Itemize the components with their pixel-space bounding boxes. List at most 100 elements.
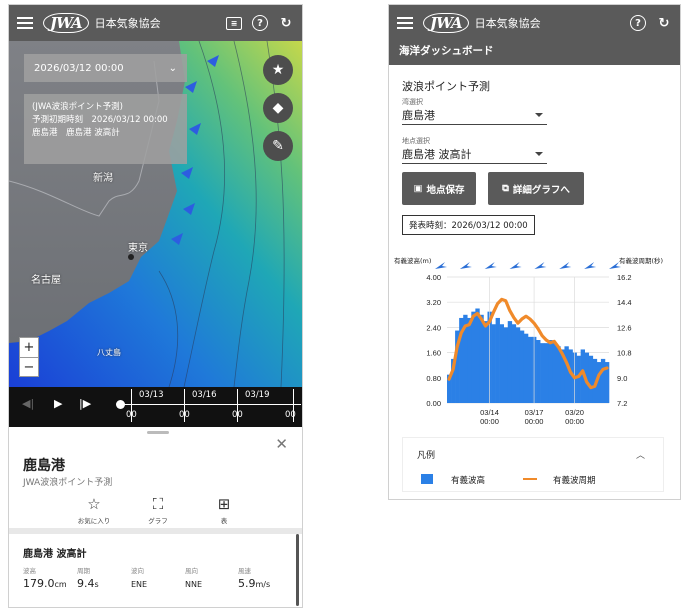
issued-time-badge: 発表時刻：2026/03/12 00:00 [402, 215, 535, 235]
kashima-point-marker[interactable] [128, 254, 134, 260]
menu-icon[interactable] [17, 17, 33, 29]
obs-label-wave-dir: 波向 [131, 567, 144, 575]
timeline-track[interactable] [121, 404, 301, 405]
detail-graph-button[interactable]: ⧉ 詳細グラフへ [488, 172, 584, 205]
wave-height-bar [528, 336, 533, 403]
y-tick-label: 2.40 [426, 323, 441, 332]
save-point-label: 地点保存 [426, 184, 465, 196]
star-icon: ☆ [87, 495, 101, 513]
y2-tick-label: 12.6 [617, 323, 632, 332]
org-name: 日本気象協会 [474, 17, 541, 30]
table-icon: ⊞ [217, 495, 231, 513]
step-back-icon[interactable]: ◀| [22, 397, 34, 410]
notice-icon[interactable]: ≡ [226, 16, 242, 30]
y-tick-label: 1.60 [426, 349, 441, 358]
bay-select[interactable]: 鹿島港 [402, 107, 547, 125]
save-icon: ▣ [413, 183, 423, 194]
jwa-logo: JWA [423, 13, 469, 33]
wave-height-bar [548, 340, 553, 403]
wave-height-bar [540, 343, 545, 403]
table-action-button[interactable]: ⊞ 表 [199, 495, 249, 525]
point-select-label: 地点選択 [402, 137, 430, 145]
obs-value-height: 179.0cm [23, 577, 67, 590]
y2-tick-label: 14.4 [617, 298, 632, 307]
timeline-handle[interactable] [116, 400, 125, 409]
jwa-logo: JWA [43, 13, 89, 33]
obs-value-wind-dir: NNE [185, 580, 203, 589]
chevron-down-icon: ⌄ [168, 62, 177, 74]
x-tick-sublabel: 00:00 [525, 417, 544, 426]
ruler-button[interactable]: ✎ [263, 131, 293, 161]
map-screen: JWA 日本気象協会 ≡ ? ↻ 2026/03/12 00:00 ⌄ (JWA… [8, 4, 303, 608]
layers-button[interactable]: ◆ [263, 93, 293, 123]
bay-select-value: 鹿島港 [402, 109, 435, 122]
favorite-action-button[interactable]: ☆ お気に入り [69, 495, 119, 525]
table-action-label: 表 [220, 517, 228, 525]
wave-height-bar [503, 327, 509, 403]
play-icon[interactable]: ▶ [54, 397, 62, 410]
obs-label-period: 周期 [77, 567, 90, 575]
legend-label-wave-height: 有義波高 [451, 476, 486, 486]
wave-height-bar [491, 324, 496, 403]
y-tick-label: 4.00 [426, 273, 441, 282]
step-forward-icon[interactable]: |▶ [79, 397, 91, 410]
dropdown-arrow-icon [535, 113, 543, 117]
timeline-hour: 00 [126, 410, 137, 420]
map-label-nagoya: 名古屋 [31, 275, 61, 286]
refresh-icon[interactable]: ↻ [278, 15, 294, 31]
timeline-date: 03/13 [139, 390, 164, 400]
wave-height-bar [483, 321, 488, 403]
zoom-in-button[interactable]: + [20, 338, 38, 358]
obs-value-period: 9.4s [77, 577, 99, 590]
help-icon[interactable]: ? [630, 15, 646, 31]
sheet-scrollbar[interactable] [296, 534, 299, 606]
time-slider[interactable]: ◀| ▶ |▶ 03/13 03/16 03/19 00 00 00 00 [9, 387, 302, 427]
x-tick-label: 03/14 [480, 408, 499, 417]
wave-height-bar [536, 340, 541, 403]
open-external-icon: ⧉ [502, 183, 509, 194]
timeline-date: 03/19 [245, 390, 270, 400]
forecast-date-select[interactable]: 2026/03/12 00:00 ⌄ [24, 54, 187, 82]
wave-height-bar [479, 314, 484, 403]
map-label-tokyo: 東京 [128, 243, 148, 254]
dashboard-screen: JWA 日本気象協会 ? ↻ 海洋ダッシュボード 波浪ポイント予測 湾選択 鹿島… [388, 4, 681, 500]
wave-height-bar [588, 355, 594, 403]
wind-direction-arrow [509, 262, 522, 269]
zoom-control[interactable]: + − [19, 337, 39, 377]
section-heading: 波浪ポイント予測 [402, 80, 490, 93]
chevron-up-icon[interactable]: ︿ [636, 448, 645, 461]
wind-direction-arrow [435, 262, 447, 269]
wave-height-bar [495, 317, 500, 403]
top-app-bar: JWA 日本気象協会 ≡ ? ↻ [9, 5, 302, 41]
wave-height-bar [544, 343, 549, 403]
help-icon[interactable]: ? [252, 15, 268, 31]
save-point-button[interactable]: ▣ 地点保存 [402, 172, 476, 205]
sheet-drag-handle[interactable] [147, 431, 169, 434]
y2-tick-label: 9.0 [617, 374, 627, 383]
wave-height-bar [511, 324, 517, 403]
point-select[interactable]: 鹿島港 波高計 [402, 146, 547, 164]
point-detail-sheet: ✕ 鹿島港 JWA波浪ポイント予測 ☆ お気に入り ⛶ グラフ ⊞ 表 鹿島港 … [9, 427, 302, 607]
wave-height-bar [552, 343, 557, 403]
wind-direction-arrow [609, 262, 621, 269]
wind-direction-arrow [559, 262, 572, 269]
x-tick-label: 03/17 [525, 408, 544, 417]
zoom-out-button[interactable]: − [20, 358, 38, 377]
info-point: 鹿島港 鹿島港 波高計 [32, 128, 120, 138]
wave-map[interactable]: 2026/03/12 00:00 ⌄ (JWA波浪ポイント予測) 予測初期時刻 … [9, 41, 302, 387]
legend-label-wave-period: 有義波周期 [553, 476, 596, 486]
close-icon[interactable]: ✕ [275, 435, 288, 453]
wave-height-bar [515, 327, 521, 403]
wave-height-bar [507, 321, 513, 403]
graph-action-button[interactable]: ⛶ グラフ [133, 495, 183, 525]
page-title: 海洋ダッシュボード [389, 41, 680, 65]
refresh-icon[interactable]: ↻ [656, 15, 672, 31]
timeline-hour: 00 [179, 410, 190, 420]
wind-direction-arrow [484, 262, 497, 269]
wave-forecast-chart: 4.00 16.2 3.20 14.4 2.40 12.6 1.60 10.8 0.80 9.0 0… [426, 262, 632, 426]
dropdown-arrow-icon [535, 152, 543, 156]
favorite-star-button[interactable]: ★ [263, 55, 293, 85]
timeline-hour: 00 [232, 410, 243, 420]
legend-panel[interactable]: 凡例 ︿ 有義波高 有義波周期 [402, 437, 664, 492]
menu-icon[interactable] [397, 17, 413, 29]
